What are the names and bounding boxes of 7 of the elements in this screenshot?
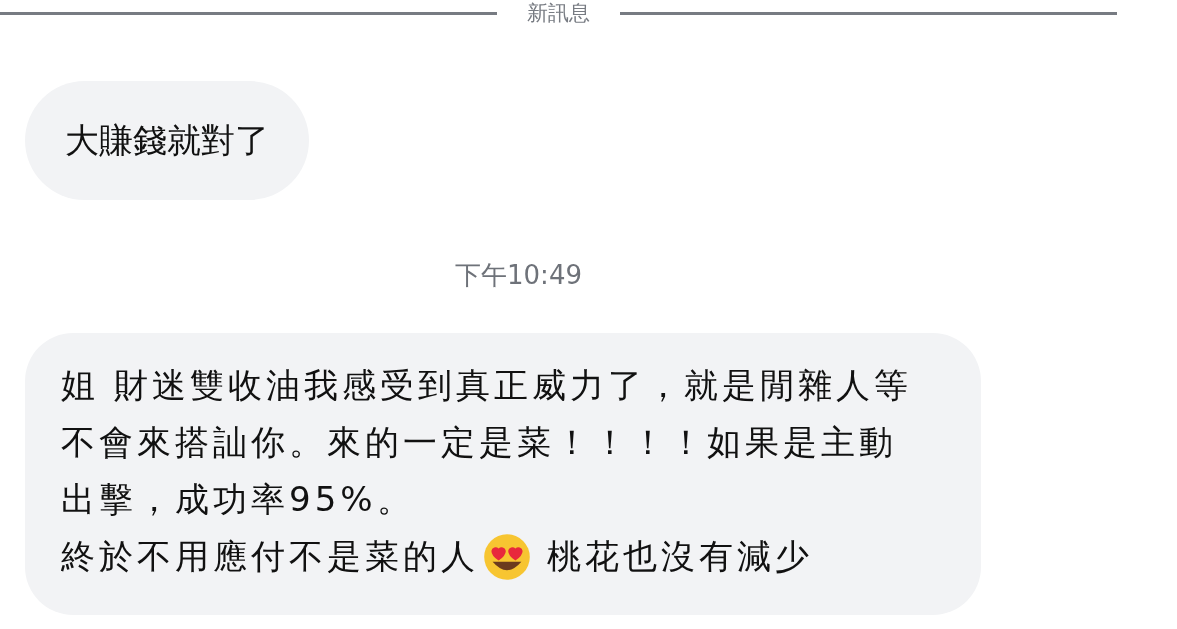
new-messages-label: 新訊息 [527,0,590,26]
message-text: 大賺錢就對了 [65,119,269,162]
message-timestamp: 下午10:49 [454,259,583,292]
message-text: 終於不用應付不是菜的人 [61,535,479,578]
message-text: 姐 財迷雙收油我感受到真正威力了，就是閒雜人等不會來搭訕你。來的一定是菜！！！！如果是主動出擊，成功率95%。 [61,364,913,521]
heart-eyes-emoji-icon [483,532,531,581]
message-text: 桃花也沒有減少 [547,535,813,578]
